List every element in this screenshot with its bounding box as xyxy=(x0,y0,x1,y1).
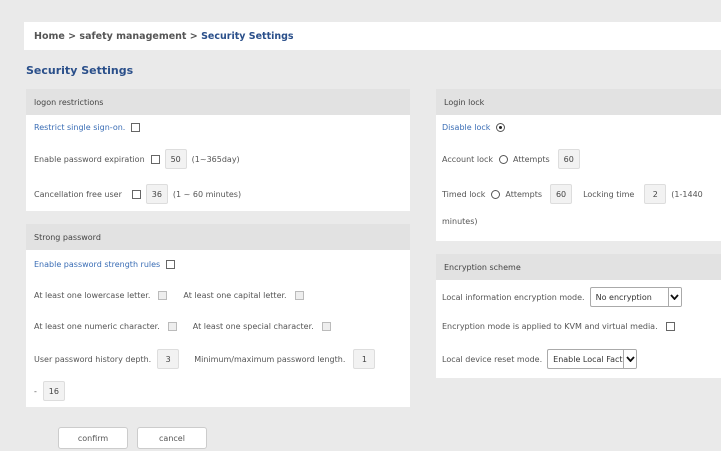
account-attempts-input[interactable]: 60 xyxy=(557,149,580,169)
breadcrumb-section[interactable]: safety management xyxy=(79,31,186,42)
breadcrumb-separator: > xyxy=(189,30,198,42)
breadcrumb: Home > safety management > Security Sett… xyxy=(24,22,721,50)
restrict-sso-label: Restrict single sign-on. xyxy=(34,123,126,132)
panel-header: Login lock xyxy=(436,89,721,115)
account-attempts-label: Attempts xyxy=(513,154,550,164)
cancel-button[interactable]: cancel xyxy=(137,427,207,449)
login-lock-panel: Login lock Disable lock Account lock Att… xyxy=(436,89,721,241)
encryption-scheme-panel: Encryption scheme Local information encr… xyxy=(436,254,721,378)
min-length-input[interactable]: 1 xyxy=(353,349,376,369)
breadcrumb-separator: > xyxy=(68,30,77,42)
special-label: At least one special character. xyxy=(192,322,314,331)
password-expiration-checkbox[interactable] xyxy=(150,154,160,164)
locking-time-label: Locking time xyxy=(583,189,635,199)
locking-time-range-cont: minutes) xyxy=(442,217,478,226)
page-title: Security Settings xyxy=(26,64,134,77)
locking-time-range: (1-1440 xyxy=(671,189,703,199)
numeric-label: At least one numeric character. xyxy=(34,322,160,331)
breadcrumb-current: Security Settings xyxy=(201,30,294,42)
local-encryption-value: No encryption xyxy=(595,292,652,302)
history-depth-label: User password history depth. xyxy=(34,354,152,364)
disable-lock-label: Disable lock xyxy=(442,123,491,132)
cancellation-checkbox[interactable] xyxy=(131,189,141,199)
max-length-input[interactable]: 16 xyxy=(42,381,65,401)
password-expiration-label: Enable password expiration xyxy=(34,154,145,164)
restrict-sso-checkbox[interactable] xyxy=(131,123,141,132)
password-expiration-input[interactable]: 50 xyxy=(164,149,187,169)
lowercase-checkbox[interactable] xyxy=(158,291,168,300)
history-depth-input[interactable]: 3 xyxy=(157,349,180,369)
password-expiration-range: (1~365day) xyxy=(191,154,240,164)
account-lock-radio[interactable] xyxy=(499,154,508,164)
capital-label: At least one capital letter. xyxy=(183,291,287,300)
chevron-down-icon xyxy=(623,350,637,368)
local-encryption-label: Local information encryption mode. xyxy=(442,292,585,302)
timed-lock-radio[interactable] xyxy=(491,189,501,199)
numeric-checkbox[interactable] xyxy=(167,322,177,331)
local-encryption-select[interactable]: No encryption xyxy=(589,287,682,307)
lowercase-label: At least one lowercase letter. xyxy=(34,291,151,300)
cancellation-range: (1 ~ 60 minutes) xyxy=(172,189,242,199)
password-strength-label: Enable password strength rules xyxy=(34,260,161,269)
disable-lock-radio[interactable] xyxy=(496,123,506,132)
reset-mode-label: Local device reset mode. xyxy=(442,354,543,364)
kvm-encryption-label: Encryption mode is applied to KVM and vi… xyxy=(442,322,658,331)
strong-password-panel: Strong password Enable password strength… xyxy=(26,224,410,407)
timed-lock-label: Timed lock xyxy=(442,189,486,199)
capital-checkbox[interactable] xyxy=(294,291,304,300)
panel-header: Strong password xyxy=(26,224,410,250)
logon-restrictions-panel: logon restrictions Restrict single sign-… xyxy=(26,89,410,211)
chevron-down-icon xyxy=(667,288,681,306)
confirm-button[interactable]: confirm xyxy=(58,427,128,449)
cancellation-input[interactable]: 36 xyxy=(145,184,168,204)
panel-header: Encryption scheme xyxy=(436,254,721,280)
special-checkbox[interactable] xyxy=(321,322,331,331)
kvm-encryption-checkbox[interactable] xyxy=(665,322,675,331)
breadcrumb-home[interactable]: Home xyxy=(34,31,65,42)
length-dash: - xyxy=(34,386,37,396)
timed-attempts-label: Attempts xyxy=(505,189,543,199)
timed-attempts-input[interactable]: 60 xyxy=(550,184,573,204)
password-strength-checkbox[interactable] xyxy=(166,260,176,269)
reset-mode-select[interactable]: Enable Local Fact xyxy=(547,349,638,369)
account-lock-label: Account lock xyxy=(442,154,493,164)
panel-header: logon restrictions xyxy=(26,89,410,115)
cancellation-label: Cancellation free user xyxy=(34,189,122,199)
locking-time-input[interactable]: 2 xyxy=(644,184,667,204)
minmax-length-label: Minimum/maximum password length. xyxy=(194,354,346,364)
reset-mode-value: Enable Local Fact xyxy=(553,354,623,364)
